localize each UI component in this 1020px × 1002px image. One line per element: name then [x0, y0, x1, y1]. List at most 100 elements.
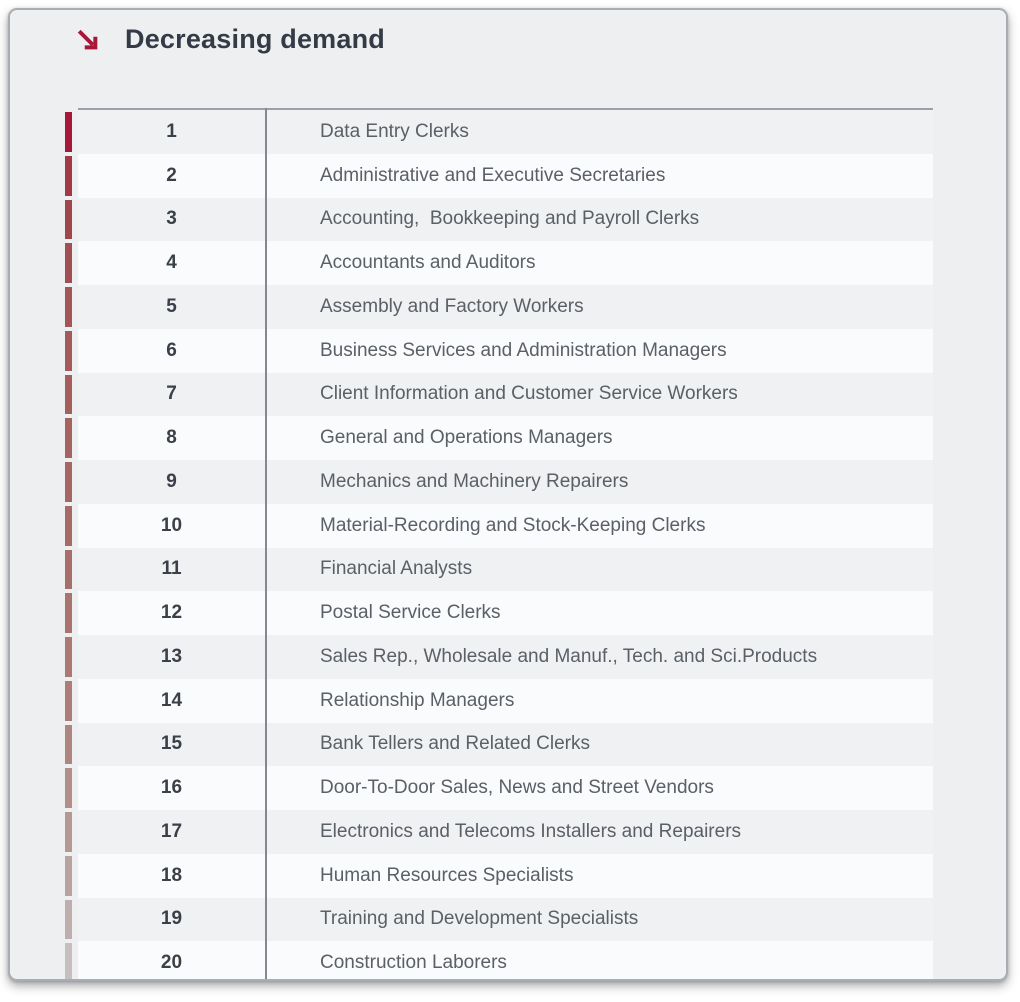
table-row: 1 Data Entry Clerks — [65, 110, 933, 154]
rank-cell: 15 — [78, 733, 265, 755]
rank-cell: 4 — [78, 252, 265, 274]
rank-gradient-bar — [65, 725, 72, 765]
arrow-down-right-icon — [74, 26, 102, 54]
rank-cell: 19 — [78, 908, 265, 930]
rank-cell: 20 — [78, 952, 265, 974]
table-row: 18 Human Resources Specialists — [65, 854, 933, 898]
rank-cell: 6 — [78, 340, 265, 362]
rank-cell: 12 — [78, 602, 265, 624]
ranked-table: 1 Data Entry Clerks 2 Administrative and… — [65, 108, 933, 981]
page-title: Decreasing demand — [125, 24, 385, 55]
row-cells: 13 Sales Rep., Wholesale and Manuf., Tec… — [78, 635, 933, 679]
rank-cell: 7 — [78, 383, 265, 405]
occupation-cell: Financial Analysts — [265, 558, 472, 580]
occupation-cell: Client Information and Customer Service … — [265, 383, 738, 405]
table-row: 7 Client Information and Customer Servic… — [65, 373, 933, 417]
occupation-cell: Construction Laborers — [265, 952, 507, 974]
table-row: 4 Accountants and Auditors — [65, 241, 933, 285]
rank-cell: 17 — [78, 821, 265, 843]
rank-cell: 3 — [78, 208, 265, 230]
rank-cell: 16 — [78, 777, 265, 799]
occupation-cell: Mechanics and Machinery Repairers — [265, 471, 628, 493]
table-row: 20 Construction Laborers — [65, 941, 933, 981]
row-cells: 5 Assembly and Factory Workers — [78, 285, 933, 329]
occupation-cell: Business Services and Administration Man… — [265, 340, 727, 362]
rank-cell: 9 — [78, 471, 265, 493]
rank-cell: 1 — [78, 121, 265, 143]
row-cells: 4 Accountants and Auditors — [78, 241, 933, 285]
table-row: 12 Postal Service Clerks — [65, 591, 933, 635]
rank-cell: 8 — [78, 427, 265, 449]
row-cells: 8 General and Operations Managers — [78, 416, 933, 460]
rank-cell: 11 — [78, 558, 265, 580]
table-row: 16 Door-To-Door Sales, News and Street V… — [65, 766, 933, 810]
row-cells: 19 Training and Development Specialists — [78, 898, 933, 942]
rank-gradient-bar — [65, 112, 72, 152]
occupation-cell: Material-Recording and Stock-Keeping Cle… — [265, 515, 705, 537]
occupation-cell: Bank Tellers and Related Clerks — [265, 733, 590, 755]
row-cells: 11 Financial Analysts — [78, 548, 933, 592]
rank-cell: 13 — [78, 646, 265, 668]
occupation-cell: Assembly and Factory Workers — [265, 296, 584, 318]
rank-gradient-bar — [65, 506, 72, 546]
occupation-cell: Postal Service Clerks — [265, 602, 501, 624]
row-cells: 14 Relationship Managers — [78, 679, 933, 723]
occupation-cell: General and Operations Managers — [265, 427, 613, 449]
table-top-border — [78, 108, 933, 110]
rank-cell: 18 — [78, 865, 265, 887]
row-cells: 12 Postal Service Clerks — [78, 591, 933, 635]
table-row: 13 Sales Rep., Wholesale and Manuf., Tec… — [65, 635, 933, 679]
occupation-cell: Data Entry Clerks — [265, 121, 469, 143]
rank-cell: 10 — [78, 515, 265, 537]
rank-gradient-bar — [65, 200, 72, 240]
table-row: 9 Mechanics and Machinery Repairers — [65, 460, 933, 504]
rank-cell: 14 — [78, 690, 265, 712]
rank-gradient-bar — [65, 900, 72, 940]
table-row: 2 Administrative and Executive Secretari… — [65, 154, 933, 198]
rank-gradient-bar — [65, 812, 72, 852]
row-cells: 18 Human Resources Specialists — [78, 854, 933, 898]
row-cells: 15 Bank Tellers and Related Clerks — [78, 723, 933, 767]
row-cells: 3 Accounting, Bookkeeping and Payroll Cl… — [78, 198, 933, 242]
occupation-cell: Accountants and Auditors — [265, 252, 535, 274]
table-row: 14 Relationship Managers — [65, 679, 933, 723]
rank-gradient-bar — [65, 768, 72, 808]
table-row: 15 Bank Tellers and Related Clerks — [65, 723, 933, 767]
occupation-cell: Door-To-Door Sales, News and Street Vend… — [265, 777, 714, 799]
table-row: 19 Training and Development Specialists — [65, 898, 933, 942]
rank-gradient-bar — [65, 331, 72, 371]
rank-gradient-bar — [65, 856, 72, 896]
rank-gradient-bar — [65, 287, 72, 327]
table-row: 11 Financial Analysts — [65, 548, 933, 592]
row-cells: 17 Electronics and Telecoms Installers a… — [78, 810, 933, 854]
rank-gradient-bar — [65, 943, 72, 981]
rank-gradient-bar — [65, 593, 72, 633]
occupation-cell: Sales Rep., Wholesale and Manuf., Tech. … — [265, 646, 817, 668]
rank-gradient-bar — [65, 681, 72, 721]
rank-cell: 5 — [78, 296, 265, 318]
occupation-cell: Administrative and Executive Secretaries — [265, 165, 665, 187]
occupation-cell: Relationship Managers — [265, 690, 514, 712]
column-divider — [265, 108, 267, 981]
occupation-cell: Training and Development Specialists — [265, 908, 638, 930]
rank-gradient-bar — [65, 637, 72, 677]
figure-frame: Decreasing demand 1 Data Entry Clerks 2 … — [8, 8, 1008, 981]
rank-gradient-bar — [65, 156, 72, 196]
rank-cell: 2 — [78, 165, 265, 187]
rank-gradient-bar — [65, 418, 72, 458]
row-cells: 9 Mechanics and Machinery Repairers — [78, 460, 933, 504]
occupation-cell: Human Resources Specialists — [265, 865, 573, 887]
table-row: 17 Electronics and Telecoms Installers a… — [65, 810, 933, 854]
row-cells: 20 Construction Laborers — [78, 941, 933, 981]
rank-gradient-bar — [65, 462, 72, 502]
row-cells: 2 Administrative and Executive Secretari… — [78, 154, 933, 198]
rank-gradient-bar — [65, 375, 72, 415]
figure-header: Decreasing demand — [74, 24, 385, 55]
table-rows: 1 Data Entry Clerks 2 Administrative and… — [65, 108, 933, 981]
occupation-cell: Accounting, Bookkeeping and Payroll Cler… — [265, 208, 699, 230]
table-row: 3 Accounting, Bookkeeping and Payroll Cl… — [65, 198, 933, 242]
table-row: 8 General and Operations Managers — [65, 416, 933, 460]
row-cells: 1 Data Entry Clerks — [78, 110, 933, 154]
row-cells: 16 Door-To-Door Sales, News and Street V… — [78, 766, 933, 810]
rank-gradient-bar — [65, 243, 72, 283]
